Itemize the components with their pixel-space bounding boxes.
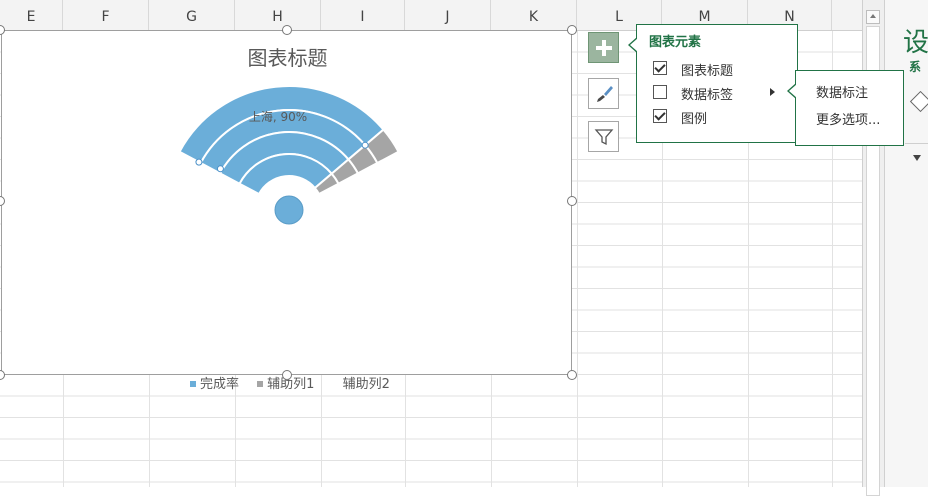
column-header-g[interactable]: G bbox=[149, 0, 235, 30]
grid-line bbox=[577, 31, 578, 487]
scroll-up-button[interactable] bbox=[866, 10, 880, 24]
resize-handle-n[interactable] bbox=[282, 25, 292, 35]
filter-icon bbox=[594, 129, 614, 146]
column-header-f[interactable]: F bbox=[63, 0, 149, 30]
column-header-e[interactable]: E bbox=[0, 0, 63, 30]
data-label[interactable]: 上海, 90% bbox=[249, 109, 307, 124]
series-selection-marker[interactable] bbox=[195, 158, 203, 166]
resize-handle-se[interactable] bbox=[567, 370, 577, 380]
brush-icon bbox=[597, 86, 613, 102]
submenu-arrow-icon[interactable] bbox=[770, 88, 775, 96]
expand-triangle-icon[interactable] bbox=[913, 155, 921, 161]
legend-swatch bbox=[257, 380, 264, 387]
legend-label: 完成率 bbox=[200, 377, 240, 392]
option-label: 图例 bbox=[681, 112, 708, 127]
chart-elements-popup: 图表元素 图表标题 数据标签 图例 bbox=[628, 24, 798, 143]
column-header-i[interactable]: I bbox=[321, 0, 405, 30]
column-header-j[interactable]: J bbox=[405, 0, 491, 30]
series-selection-marker[interactable] bbox=[216, 165, 224, 173]
chart-plot: 上海, 90% bbox=[178, 85, 400, 225]
resize-handle-ne[interactable] bbox=[567, 25, 577, 35]
legend-label: 辅助列2 bbox=[342, 377, 390, 392]
option-legend[interactable]: 图例 bbox=[653, 106, 793, 127]
resize-handle-e[interactable] bbox=[567, 196, 577, 206]
chart-styles-button[interactable] bbox=[588, 78, 619, 109]
legend-swatch bbox=[333, 381, 339, 387]
option-label: 图表标题 bbox=[681, 64, 734, 79]
data-labels-submenu: 数据标注 更多选项... bbox=[787, 70, 904, 146]
panel-title: 设 bbox=[903, 28, 928, 58]
legend-checkbox[interactable] bbox=[653, 109, 667, 123]
panel-subtitle[interactable]: 系 bbox=[909, 58, 921, 75]
data-labels-checkbox[interactable] bbox=[653, 85, 667, 99]
legend-item-aux2[interactable]: 辅助列2 bbox=[333, 373, 390, 392]
legend-label: 辅助列1 bbox=[267, 377, 315, 392]
chart-elements-button[interactable] bbox=[588, 32, 619, 63]
resize-handle-s[interactable] bbox=[282, 370, 292, 380]
legend-item-completion[interactable]: 完成率 bbox=[190, 373, 239, 392]
column-header-k[interactable]: K bbox=[491, 0, 577, 30]
plus-icon bbox=[596, 40, 612, 56]
option-label: 数据标签 bbox=[681, 88, 734, 103]
option-data-labels[interactable]: 数据标签 bbox=[653, 82, 793, 103]
fill-bucket-icon[interactable] bbox=[909, 90, 928, 113]
chart-legend[interactable]: 完成率 辅助列1 辅助列2 bbox=[190, 373, 404, 392]
series-selection-marker[interactable] bbox=[361, 141, 369, 149]
submenu-item-more-options[interactable]: 更多选项... bbox=[816, 109, 880, 128]
panel-divider bbox=[905, 143, 928, 144]
option-chart-title[interactable]: 图表标题 bbox=[653, 58, 793, 79]
center-dot bbox=[274, 195, 304, 225]
chart-title-checkbox[interactable] bbox=[653, 61, 667, 75]
legend-swatch bbox=[190, 380, 196, 387]
popup-header: 图表元素 bbox=[649, 35, 702, 50]
chart-filters-button[interactable] bbox=[588, 121, 619, 152]
chart-area[interactable]: 图表标题 上海, 90% 完成率 辅助列1 辅助列2 bbox=[1, 30, 572, 392]
submenu-item-callout[interactable]: 数据标注 bbox=[816, 82, 868, 101]
column-header-h[interactable]: H bbox=[235, 0, 321, 30]
